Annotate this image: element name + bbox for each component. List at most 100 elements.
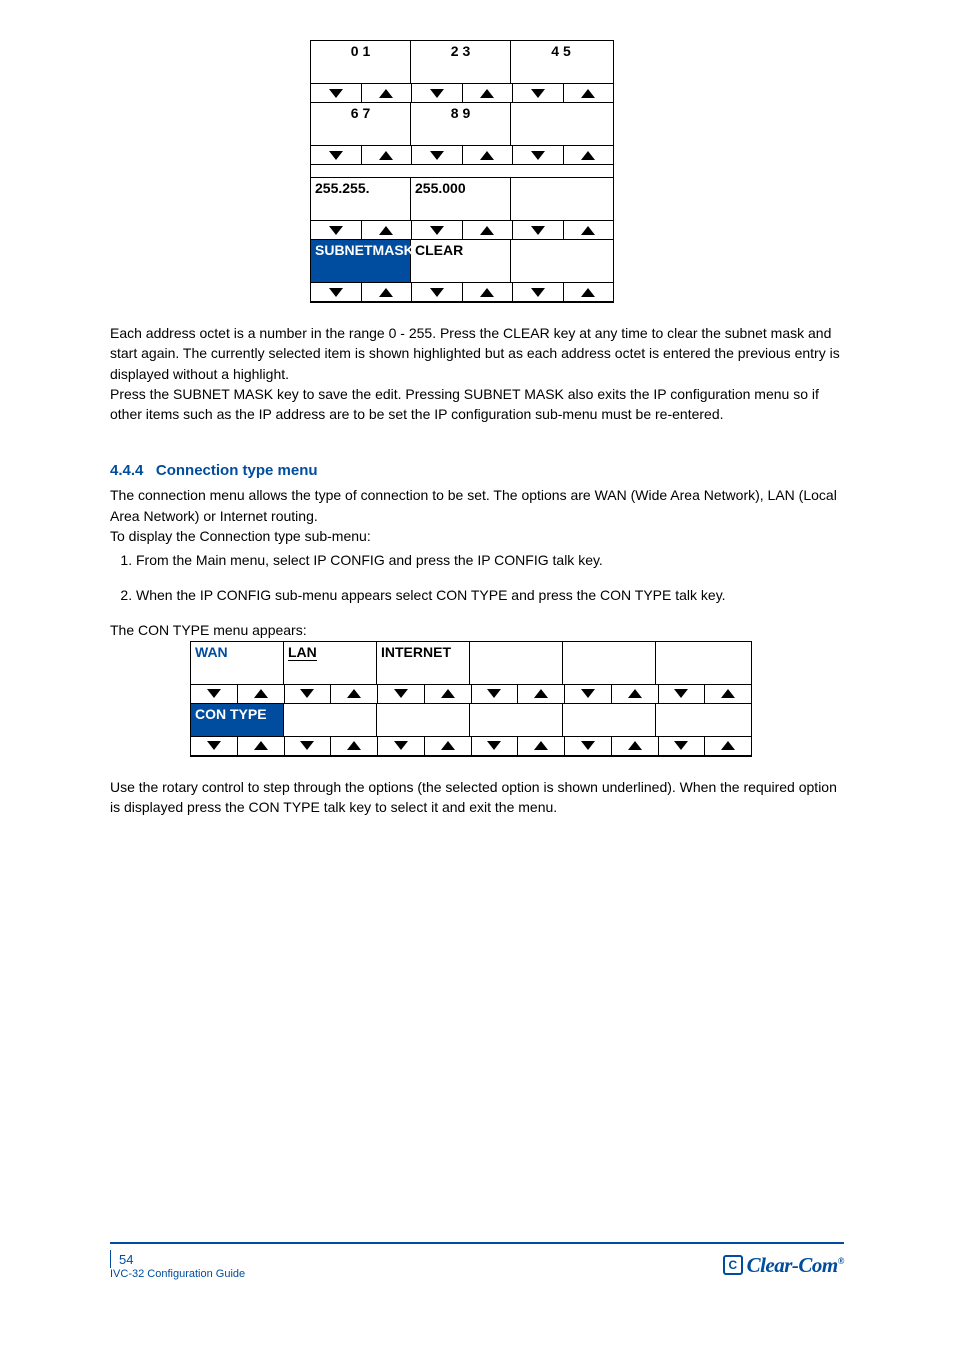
doc-title: IVC-32 Configuration Guide: [110, 1268, 245, 1280]
subnet-keypad-panel: 0 1 2 3 4 5 6 7 8 9 255.255. 255.0: [310, 40, 614, 303]
key-arrows[interactable]: [472, 685, 566, 703]
down-icon: [674, 689, 688, 698]
body-text: Press the SUBNET MASK key to save the ed…: [110, 384, 844, 425]
key-arrows[interactable]: [513, 221, 613, 239]
key-arrows[interactable]: [191, 737, 285, 755]
down-icon: [329, 151, 343, 160]
up-icon: [480, 89, 494, 98]
up-icon: [480, 226, 494, 235]
empty-cell: [563, 704, 656, 736]
up-icon: [254, 741, 268, 750]
key-arrows[interactable]: [472, 737, 566, 755]
subnet-value-cell: 255.000: [411, 178, 511, 220]
down-icon: [207, 741, 221, 750]
down-icon: [487, 741, 501, 750]
logo-mark-icon: C: [723, 1255, 743, 1275]
steps-list: From the Main menu, select IP CONFIG and…: [110, 550, 844, 606]
subnet-value-cell: 255.255.: [311, 178, 411, 220]
internet-option[interactable]: INTERNET: [377, 642, 470, 684]
keypad-cell[interactable]: 2 3: [411, 41, 511, 83]
key-arrows[interactable]: [311, 84, 412, 102]
down-icon: [531, 89, 545, 98]
key-arrows[interactable]: [565, 685, 659, 703]
key-arrows[interactable]: [513, 84, 613, 102]
clearcom-logo: C Clear-Com®: [723, 1253, 844, 1278]
down-icon: [581, 689, 595, 698]
up-icon: [628, 741, 642, 750]
step-item: From the Main menu, select IP CONFIG and…: [136, 550, 844, 571]
up-icon: [379, 288, 393, 297]
key-arrows[interactable]: [311, 283, 412, 301]
down-icon: [531, 288, 545, 297]
down-icon: [300, 689, 314, 698]
up-icon: [534, 689, 548, 698]
body-text: The CON TYPE menu appears:: [110, 620, 844, 640]
down-icon: [581, 741, 595, 750]
key-arrows[interactable]: [412, 283, 513, 301]
empty-cell: [656, 704, 749, 736]
key-arrows[interactable]: [659, 737, 752, 755]
up-icon: [379, 151, 393, 160]
empty-cell: [563, 642, 656, 684]
down-icon: [329, 288, 343, 297]
spacer: [411, 165, 511, 177]
body-text: The connection menu allows the type of c…: [110, 485, 844, 526]
up-icon: [347, 689, 361, 698]
body-text: Use the rotary control to step through t…: [110, 777, 844, 818]
keypad-cell: [511, 103, 611, 145]
keypad-cell[interactable]: 0 1: [311, 41, 411, 83]
clear-key[interactable]: CLEAR: [411, 240, 511, 282]
key-arrows[interactable]: [412, 146, 513, 164]
down-icon: [430, 288, 444, 297]
key-arrows[interactable]: [311, 221, 412, 239]
key-arrows[interactable]: [513, 283, 613, 301]
down-icon: [430, 89, 444, 98]
empty-cell: [284, 704, 377, 736]
key-arrows[interactable]: [659, 685, 752, 703]
up-icon: [628, 689, 642, 698]
body-text: To display the Connection type sub-menu:: [110, 526, 844, 546]
keypad-cell[interactable]: 8 9: [411, 103, 511, 145]
key-arrows[interactable]: [378, 685, 472, 703]
up-icon: [347, 741, 361, 750]
empty-cell: [511, 240, 611, 282]
wan-option[interactable]: WAN: [191, 642, 284, 684]
up-icon: [581, 288, 595, 297]
key-arrows[interactable]: [285, 737, 379, 755]
down-icon: [531, 226, 545, 235]
up-icon: [534, 741, 548, 750]
down-icon: [329, 89, 343, 98]
spacer: [511, 165, 611, 177]
up-icon: [379, 89, 393, 98]
up-icon: [441, 741, 455, 750]
key-arrows[interactable]: [311, 146, 412, 164]
keypad-cell[interactable]: 4 5: [511, 41, 611, 83]
empty-cell: [470, 704, 563, 736]
keypad-cell[interactable]: 6 7: [311, 103, 411, 145]
section-heading: 4.4.4 Connection type menu: [110, 462, 844, 479]
key-arrows[interactable]: [191, 685, 285, 703]
key-arrows[interactable]: [412, 84, 513, 102]
down-icon: [674, 741, 688, 750]
down-icon: [207, 689, 221, 698]
up-icon: [721, 689, 735, 698]
up-icon: [581, 89, 595, 98]
key-arrows[interactable]: [378, 737, 472, 755]
up-icon: [721, 741, 735, 750]
down-icon: [329, 226, 343, 235]
down-icon: [531, 151, 545, 160]
key-arrows[interactable]: [513, 146, 613, 164]
subnetmask-key[interactable]: SUBNETMASK: [311, 240, 411, 282]
up-icon: [581, 151, 595, 160]
down-icon: [430, 226, 444, 235]
lan-option[interactable]: LAN: [284, 642, 377, 684]
up-icon: [379, 226, 393, 235]
key-arrows[interactable]: [412, 221, 513, 239]
down-icon: [430, 151, 444, 160]
up-icon: [480, 151, 494, 160]
key-arrows[interactable]: [565, 737, 659, 755]
empty-cell: [470, 642, 563, 684]
key-arrows[interactable]: [285, 685, 379, 703]
con-type-key[interactable]: CON TYPE: [191, 704, 284, 736]
spacer: [311, 165, 411, 177]
